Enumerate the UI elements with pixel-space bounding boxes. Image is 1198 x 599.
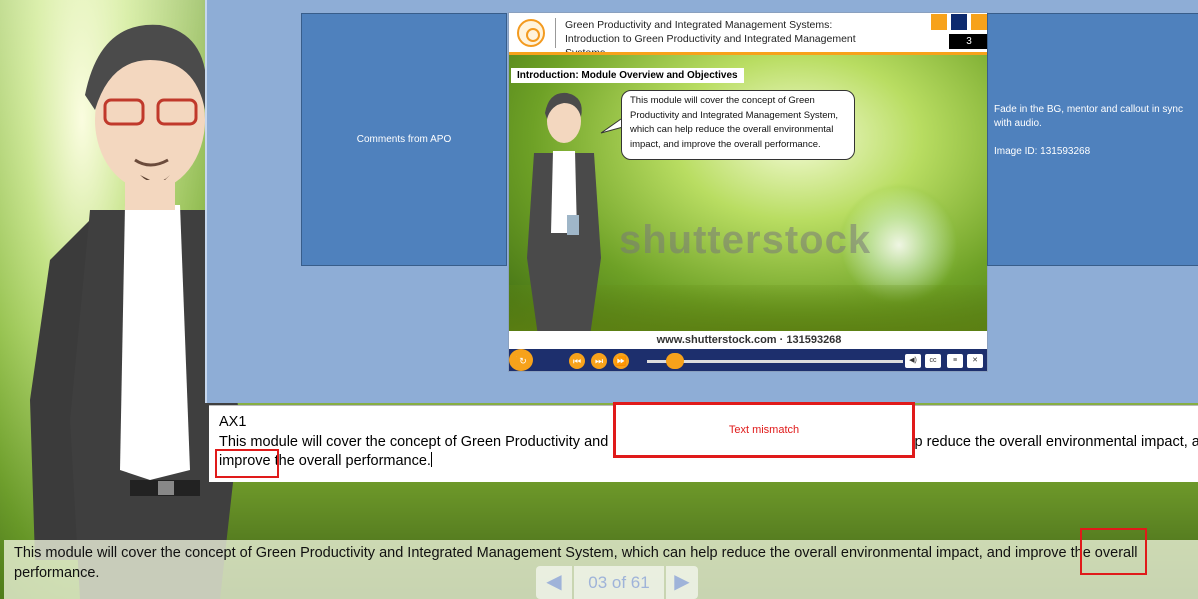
cc-icon[interactable]: cc	[925, 354, 941, 368]
slide-header: Green Productivity and Integrated Manage…	[509, 13, 987, 59]
header-divider	[555, 18, 556, 48]
slide-preview: Green Productivity and Integrated Manage…	[508, 12, 988, 372]
apo-comments-text: Comments from APO	[356, 133, 452, 145]
apo-logo-icon	[517, 19, 545, 47]
stock-url-bar: www.shutterstock.com · 131593268	[509, 331, 987, 349]
previous-slide-button[interactable]: ◀	[536, 566, 572, 599]
navy-square-icon	[951, 14, 967, 30]
replay-icon[interactable]: ↻	[515, 353, 531, 369]
caption-mismatch-highlight	[1080, 528, 1147, 575]
instruction-note-box[interactable]: Fade in the BG, mentor and callout in sy…	[987, 13, 1198, 266]
resources-icon[interactable]: ≡	[947, 354, 963, 368]
callout-bubble: This module will cover the concept of Gr…	[621, 90, 855, 160]
fast-forward-icon[interactable]: ⏩	[613, 353, 629, 369]
text-cursor	[430, 452, 432, 467]
slide-number: 3	[949, 34, 987, 49]
slide-pager: ◀ 03 of 61 ▶	[536, 566, 698, 599]
next-slide-button[interactable]: ▶	[666, 566, 698, 599]
slide-editor-area: Comments from APO Green Productivity and…	[205, 0, 1198, 403]
seek-bar[interactable]	[647, 360, 903, 363]
text-mismatch-comment: Text mismatch	[613, 402, 915, 458]
section-title: Introduction: Module Overview and Object…	[511, 68, 744, 83]
image-id-text: Image ID: 131593268	[994, 146, 1091, 157]
player-controls: ↻ ▶ ⏮ ⏭ ⏩ ◀) cc ≡ ✕	[509, 349, 987, 371]
volume-icon[interactable]: ◀)	[905, 354, 921, 368]
slide-counter: 03 of 61	[574, 566, 664, 599]
previous-icon[interactable]: ⏮	[569, 353, 585, 369]
notes-mismatch-highlight	[215, 449, 279, 478]
notes-label: AX1	[219, 414, 247, 430]
instruction-text: Fade in the BG, mentor and callout in sy…	[994, 104, 1183, 129]
orange-square-icon	[971, 14, 987, 30]
apo-comments-box[interactable]: Comments from APO	[301, 13, 507, 266]
orange-square-icon	[931, 14, 947, 30]
next-icon[interactable]: ⏭	[591, 353, 607, 369]
speaker-notes-pane[interactable]: AX1 This module will cover the concept o…	[209, 402, 1198, 482]
seek-thumb[interactable]	[666, 353, 685, 369]
shutterstock-watermark: shutterstock	[619, 218, 872, 262]
close-icon[interactable]: ✕	[967, 354, 983, 368]
